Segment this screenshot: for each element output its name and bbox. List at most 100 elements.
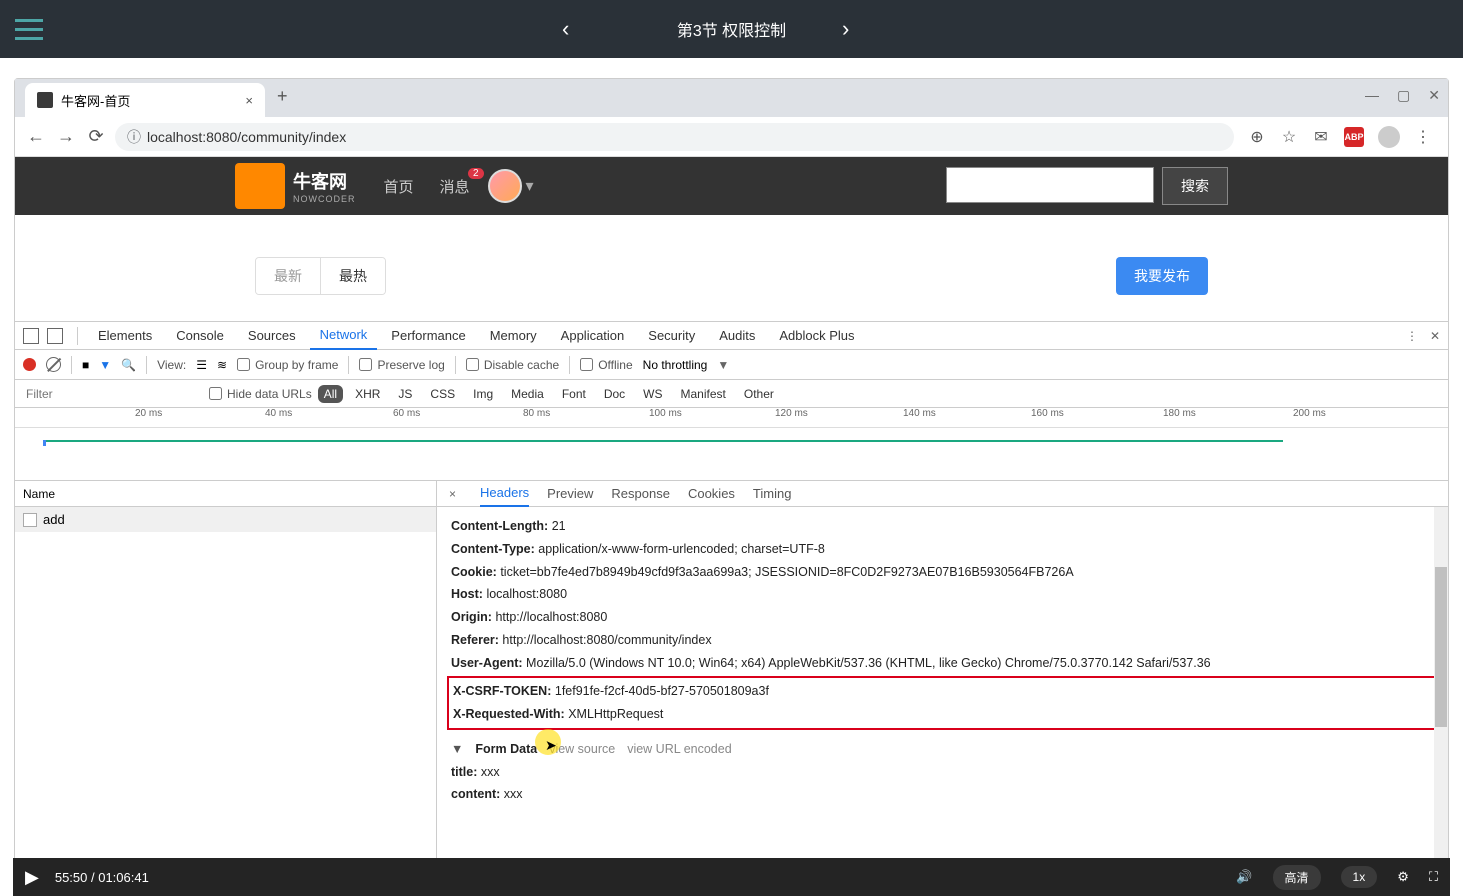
filter-manifest[interactable]: Manifest — [675, 385, 732, 403]
volume-icon[interactable]: 🔊 — [1236, 869, 1252, 885]
caret-down-icon[interactable]: ▼ — [717, 358, 729, 372]
settings-icon[interactable]: ⚙ — [1397, 869, 1409, 885]
header-cookie: Cookie: ticket=bb7fe4ed7b8949b49cfd9f3a3… — [451, 561, 1434, 584]
search-button[interactable]: 搜索 — [1162, 167, 1228, 205]
zoom-icon[interactable]: ⊕ — [1248, 128, 1266, 146]
close-icon[interactable]: ✕ — [1428, 87, 1440, 104]
new-tab-button[interactable]: + — [277, 86, 288, 117]
abp-icon[interactable]: ABP — [1344, 127, 1364, 147]
dt-tab-elements[interactable]: Elements — [88, 322, 162, 350]
dt-tab-audits[interactable]: Audits — [709, 322, 765, 350]
detail-tab-headers[interactable]: Headers — [480, 481, 529, 507]
mail-icon[interactable]: ✉ — [1312, 128, 1330, 146]
filter-js[interactable]: JS — [392, 385, 418, 403]
filter-all[interactable]: All — [318, 385, 343, 403]
info-icon[interactable]: ⓘ — [127, 127, 141, 147]
close-detail-icon[interactable]: × — [443, 487, 462, 501]
scrollbar[interactable] — [1434, 507, 1448, 872]
network-filter-input[interactable] — [23, 384, 203, 404]
speed-button[interactable]: 1x — [1341, 866, 1378, 888]
nav-home[interactable]: 首页 — [384, 176, 414, 197]
dt-tab-console[interactable]: Console — [166, 322, 234, 350]
tab-hottest[interactable]: 最热 — [320, 258, 385, 294]
address-bar[interactable]: ⓘ localhost:8080/community/index — [115, 123, 1234, 151]
site-logo[interactable]: 牛客网 NOWCODER — [235, 163, 356, 209]
filter-doc[interactable]: Doc — [598, 385, 631, 403]
cursor-icon: ➤ — [545, 733, 557, 758]
dt-tab-performance[interactable]: Performance — [381, 322, 475, 350]
request-row[interactable]: add — [15, 507, 436, 532]
filter-css[interactable]: CSS — [424, 385, 461, 403]
fullscreen-icon[interactable]: ⛶ — [1429, 869, 1438, 885]
view-url-encoded-link[interactable]: view URL encoded — [627, 738, 731, 761]
filter-img[interactable]: Img — [467, 385, 499, 403]
preserve-log-checkbox[interactable] — [359, 358, 372, 371]
publish-button[interactable]: 我要发布 — [1116, 257, 1208, 295]
quality-button[interactable]: 高清 — [1273, 865, 1321, 890]
list-view-icon[interactable]: ☰ — [196, 358, 207, 372]
maximize-icon[interactable]: ▢ — [1397, 87, 1410, 104]
logo-icon — [235, 163, 285, 209]
header-user-agent: User-Agent: Mozilla/5.0 (Windows NT 10.0… — [451, 652, 1434, 675]
form-data-section[interactable]: Form Data — [475, 738, 537, 761]
prev-icon[interactable]: ‹ — [562, 16, 569, 42]
filter-other[interactable]: Other — [738, 385, 780, 403]
form-content: content: xxx — [451, 783, 1434, 806]
disable-cache-checkbox[interactable] — [466, 358, 479, 371]
filter-icon[interactable]: ▼ — [99, 358, 111, 372]
header-x-requested-with: X-Requested-With: XMLHttpRequest — [453, 703, 1432, 726]
user-avatar[interactable] — [488, 169, 522, 203]
detail-tab-preview[interactable]: Preview — [547, 481, 593, 507]
filter-ws[interactable]: WS — [637, 385, 668, 403]
dt-tab-application[interactable]: Application — [551, 322, 635, 350]
profile-icon[interactable] — [1378, 126, 1400, 148]
back-icon[interactable]: ← — [25, 126, 47, 148]
caret-down-icon[interactable]: ▾ — [526, 176, 534, 196]
dt-tab-security[interactable]: Security — [638, 322, 705, 350]
nav-messages[interactable]: 消息 2 — [440, 176, 470, 197]
dt-tab-memory[interactable]: Memory — [480, 322, 547, 350]
browser-tab[interactable]: 牛客网-首页 × — [25, 83, 265, 117]
reload-icon[interactable]: ⟳ — [85, 126, 107, 148]
filter-media[interactable]: Media — [505, 385, 550, 403]
filter-xhr[interactable]: XHR — [349, 385, 386, 403]
msg-badge: 2 — [468, 168, 484, 179]
device-icon[interactable] — [47, 328, 63, 344]
inspect-icon[interactable] — [23, 328, 39, 344]
star-icon[interactable]: ☆ — [1280, 128, 1298, 146]
search-input[interactable] — [946, 167, 1154, 203]
clear-icon[interactable] — [46, 357, 61, 372]
tab-newest[interactable]: 最新 — [256, 258, 320, 294]
search-icon[interactable]: 🔍 — [121, 358, 136, 372]
video-time: 55:50 / 01:06:41 — [55, 870, 149, 885]
record-icon[interactable] — [23, 358, 36, 371]
group-frame-checkbox[interactable] — [237, 358, 250, 371]
detail-tab-cookies[interactable]: Cookies — [688, 481, 735, 507]
throttle-select[interactable]: No throttling — [643, 358, 708, 372]
dt-close-icon[interactable]: ✕ — [1430, 329, 1440, 343]
menu-icon[interactable] — [15, 19, 43, 40]
hide-data-urls-checkbox[interactable] — [209, 387, 222, 400]
close-tab-icon[interactable]: × — [245, 93, 253, 108]
dt-tab-sources[interactable]: Sources — [238, 322, 306, 350]
header-content-length: Content-Length: 21 — [451, 515, 1434, 538]
play-icon[interactable]: ▶ — [25, 867, 39, 888]
chart-view-icon[interactable]: ≋ — [217, 358, 227, 372]
detail-tab-timing[interactable]: Timing — [753, 481, 792, 507]
file-icon — [23, 513, 37, 527]
offline-checkbox[interactable] — [580, 358, 593, 371]
name-column-header[interactable]: Name — [15, 481, 436, 507]
dt-tab-network[interactable]: Network — [310, 322, 378, 350]
forward-icon[interactable]: → — [55, 126, 77, 148]
camera-icon[interactable]: ■ — [82, 358, 89, 372]
menu-dots-icon[interactable]: ⋮ — [1414, 128, 1432, 146]
dt-tab-adblock[interactable]: Adblock Plus — [769, 322, 864, 350]
dt-more-icon[interactable]: ⋮ — [1406, 329, 1418, 343]
minimize-icon[interactable]: — — [1365, 87, 1379, 104]
header-csrf-token: X-CSRF-TOKEN: 1fef91fe-f2cf-40d5-bf27-57… — [453, 680, 1432, 703]
next-icon[interactable]: › — [842, 16, 849, 42]
filter-font[interactable]: Font — [556, 385, 592, 403]
network-timeline[interactable]: 20 ms 40 ms 60 ms 80 ms 100 ms 120 ms 14… — [15, 408, 1448, 481]
detail-tab-response[interactable]: Response — [611, 481, 670, 507]
lesson-title: 第3节 权限控制 — [677, 17, 786, 41]
